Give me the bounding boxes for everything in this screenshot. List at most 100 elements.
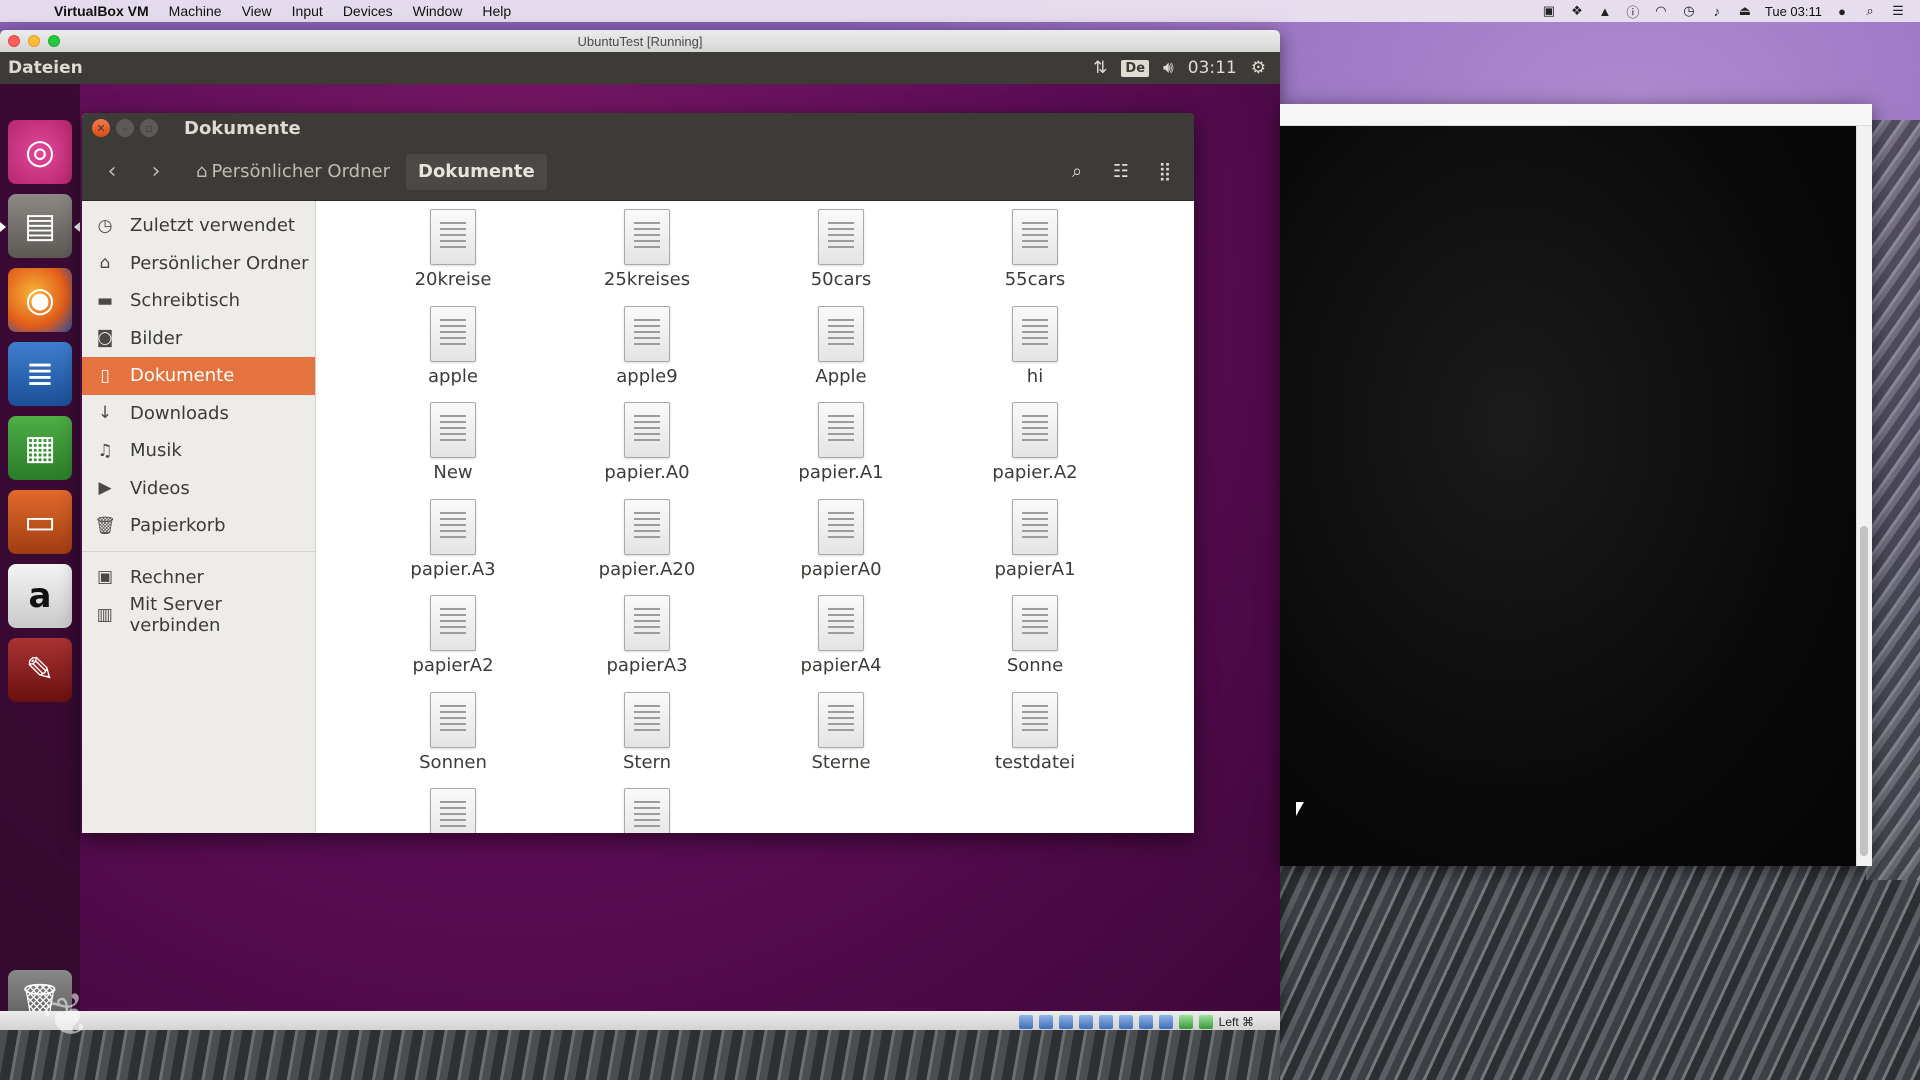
scrollbar-thumb[interactable] — [1860, 526, 1868, 856]
file-item[interactable]: papierA4 — [744, 595, 938, 692]
file-item[interactable]: apple9 — [550, 305, 744, 403]
menu-window[interactable]: Window — [413, 3, 463, 19]
grid-view-icon[interactable]: ⣿ — [1146, 154, 1184, 190]
virtualization-status-icon[interactable] — [1178, 1015, 1193, 1029]
firefox-launcher-icon[interactable]: ◉ — [8, 268, 72, 332]
volume-icon[interactable]: ♪ — [1709, 4, 1725, 19]
amazon-launcher-icon[interactable]: a — [8, 564, 72, 628]
menu-help[interactable]: Help — [482, 3, 511, 19]
file-item[interactable]: 20kreise — [356, 209, 550, 306]
sidebar-item-pictures[interactable]: ◙ Bilder — [82, 320, 315, 358]
audio-status-icon[interactable] — [1058, 1015, 1073, 1029]
mouse-cursor-icon — [1296, 802, 1304, 816]
calc-launcher-icon[interactable]: ▦ — [8, 416, 72, 480]
file-item[interactable] — [550, 788, 744, 833]
breadcrumb-current[interactable]: Dokumente — [406, 153, 547, 190]
sidebar-item-trash[interactable]: 🗑︎ Papierkorb — [82, 507, 315, 545]
file-item[interactable]: testdatei — [938, 691, 1132, 789]
system-gear-icon[interactable]: ⚙ — [1251, 58, 1266, 78]
file-item[interactable]: Sterne — [744, 691, 938, 789]
system-settings-launcher-icon[interactable]: ✎ — [8, 638, 72, 702]
file-item[interactable]: Sonnen — [356, 691, 550, 789]
ubuntu-dash-icon[interactable]: ◎ — [8, 120, 72, 184]
file-item[interactable]: papierA0 — [744, 498, 938, 596]
sidebar-item-recent[interactable]: ◷ Zuletzt verwendet — [82, 207, 315, 245]
file-view[interactable]: 20kreise 25kreises 50cars 55cars apple apple9… — [316, 201, 1194, 833]
file-item[interactable]: 50cars — [744, 209, 938, 306]
file-item[interactable]: Apple — [744, 305, 938, 403]
menu-devices[interactable]: Devices — [343, 3, 393, 19]
screen-record-icon[interactable]: ▣ — [1541, 3, 1557, 19]
ubuntu-app-name[interactable]: Dateien — [8, 58, 83, 78]
sidebar-item-music[interactable]: ♫ Musik — [82, 432, 315, 470]
sidebar-item-desktop[interactable]: ▬ Schreibtisch — [82, 282, 315, 320]
close-icon[interactable]: ✕ — [92, 119, 110, 137]
file-item[interactable]: papierA2 — [356, 595, 550, 692]
sound-icon[interactable]: 🔊︎ — [1163, 58, 1174, 78]
files-launcher-icon[interactable]: ▤ — [0, 194, 80, 258]
file-item[interactable]: hi — [938, 305, 1132, 403]
hdd-status-icon[interactable] — [1018, 1015, 1033, 1029]
usb-status-icon[interactable] — [1098, 1015, 1113, 1029]
sidebar-item-home[interactable]: ⌂ Persönlicher Ordner — [82, 245, 315, 283]
file-item[interactable] — [356, 788, 550, 833]
spotlight-search-icon[interactable]: ⌕ — [1862, 3, 1878, 19]
network-transfer-icon[interactable]: ⇅ — [1093, 58, 1107, 78]
time-machine-icon[interactable]: ◷ — [1681, 3, 1697, 19]
file-item[interactable]: 25kreises — [550, 209, 744, 306]
menu-app[interactable]: VirtualBox VM — [54, 3, 149, 19]
sidebar-item-connect-server[interactable]: ▥ Mit Server verbinden — [82, 594, 315, 636]
breadcrumb-home[interactable]: ⌂ Persönlicher Ordner — [184, 154, 402, 190]
maximize-icon[interactable]: ▫ — [140, 119, 158, 137]
display-status-icon[interactable] — [1138, 1015, 1153, 1029]
sidebar-item-downloads[interactable]: ↓ Downloads — [82, 395, 315, 433]
file-item[interactable]: 55cars — [938, 209, 1132, 306]
sidebar-item-videos[interactable]: ▶ Videos — [82, 470, 315, 508]
minimize-icon[interactable]: – — [116, 119, 134, 137]
mac-clock[interactable]: Tue 03:11 — [1765, 4, 1822, 19]
file-item[interactable]: papierA1 — [938, 498, 1132, 596]
file-item[interactable]: papier.A20 — [550, 498, 744, 596]
secondary-window-titlebar[interactable] — [1280, 104, 1872, 126]
secondary-window-scrollbar[interactable] — [1856, 126, 1872, 866]
forward-button[interactable]: › — [136, 154, 176, 190]
dropbox-icon[interactable]: ❖ — [1569, 3, 1585, 19]
file-item[interactable]: Sonne — [938, 595, 1132, 692]
file-item[interactable]: Stern — [550, 691, 744, 789]
drive-icon[interactable]: ▲ — [1597, 4, 1613, 19]
shared-folder-status-icon[interactable] — [1118, 1015, 1133, 1029]
optical-drive-status-icon[interactable] — [1038, 1015, 1053, 1029]
keyboard-layout-indicator[interactable]: De — [1121, 59, 1150, 77]
file-item[interactable]: New — [356, 402, 550, 499]
eject-icon[interactable]: ⏏ — [1737, 3, 1753, 19]
wifi-icon[interactable]: ◠ — [1653, 3, 1669, 19]
sidebar-item-documents[interactable]: ▯ Dokumente — [82, 357, 315, 395]
file-name: papier.A0 — [604, 462, 690, 483]
user-icon[interactable]: ● — [1834, 4, 1850, 19]
menu-machine[interactable]: Machine — [169, 3, 222, 19]
ubuntu-clock[interactable]: 03:11 — [1188, 58, 1237, 78]
impress-launcher-icon[interactable]: ▭ — [8, 490, 72, 554]
ubuntu-top-panel: Dateien ⇅ De 🔊︎ 03:11 ⚙ — [0, 52, 1280, 84]
network-status-icon[interactable] — [1078, 1015, 1093, 1029]
sidebar-item-computer[interactable]: ▣ Rechner — [82, 559, 315, 597]
writer-launcher-icon[interactable]: ≣ — [8, 342, 72, 406]
file-item[interactable]: papier.A3 — [356, 498, 550, 596]
file-item[interactable]: papier.A2 — [938, 402, 1132, 499]
info-icon[interactable]: ⓘ — [1625, 2, 1641, 21]
text-file-icon — [1012, 498, 1058, 555]
recording-status-icon[interactable] — [1158, 1015, 1173, 1029]
menu-input[interactable]: Input — [292, 3, 323, 19]
sidebar-divider — [82, 550, 315, 552]
mouse-integration-status-icon[interactable] — [1198, 1015, 1213, 1029]
file-item[interactable]: apple — [356, 305, 550, 403]
notification-center-icon[interactable]: ☰ — [1890, 3, 1906, 19]
menu-view[interactable]: View — [242, 3, 272, 19]
file-item[interactable]: papier.A0 — [550, 402, 744, 499]
file-item[interactable]: papier.A1 — [744, 402, 938, 499]
back-button[interactable]: ‹ — [92, 154, 132, 190]
search-icon[interactable]: ⌕ — [1058, 154, 1096, 190]
secondary-window-content[interactable] — [1280, 126, 1856, 866]
list-view-icon[interactable]: ☷ — [1102, 154, 1140, 190]
file-item[interactable]: papierA3 — [550, 595, 744, 692]
